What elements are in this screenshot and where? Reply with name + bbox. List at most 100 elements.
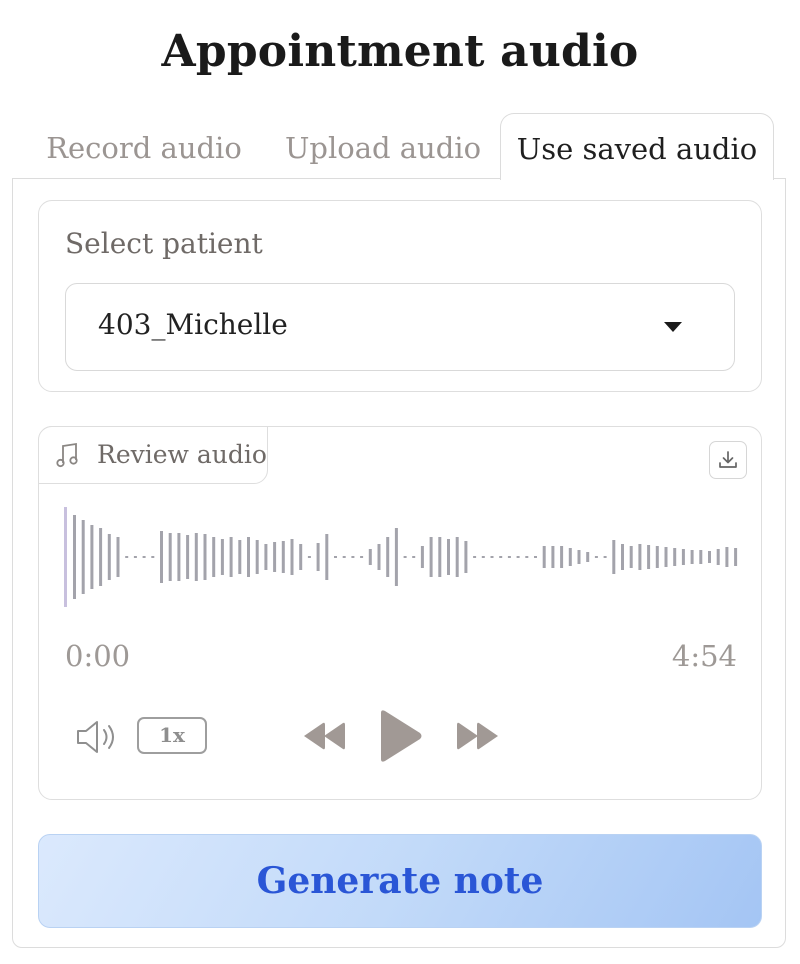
playback-rate-button[interactable]: 1x	[137, 717, 207, 754]
waveform-bar	[116, 537, 120, 577]
waveform-bar	[194, 533, 198, 581]
waveform-bar	[403, 556, 407, 558]
download-icon	[719, 451, 737, 468]
waveform-bar	[586, 552, 590, 562]
tab-bar: Record audio Upload audio Use saved audi…	[12, 113, 788, 180]
waveform-bar	[220, 539, 224, 575]
waveform-bar	[577, 550, 581, 564]
waveform-bar	[507, 556, 511, 558]
waveform-bar	[734, 548, 738, 566]
waveform-bar	[551, 546, 555, 568]
waveform-bar	[107, 534, 111, 580]
waveform-bar	[151, 556, 155, 558]
waveform-bar	[560, 546, 564, 568]
waveform-bar	[307, 556, 311, 558]
tab-use-saved-audio[interactable]: Use saved audio	[500, 113, 774, 180]
waveform-bar	[342, 556, 346, 558]
waveform-bar	[186, 535, 190, 579]
waveform-bar	[229, 537, 233, 577]
waveform-bar	[142, 556, 146, 558]
review-audio-text: Review audio	[97, 440, 267, 469]
waveform-bar	[412, 556, 416, 558]
generate-note-button[interactable]: Generate note	[38, 834, 762, 928]
waveform-bar	[168, 533, 172, 581]
waveform-bar	[716, 549, 720, 565]
current-time: 0:00	[65, 639, 131, 673]
waveform-bar	[612, 540, 616, 574]
waveform-bar	[281, 541, 285, 573]
waveform-bar	[708, 551, 711, 563]
waveform-bar	[160, 531, 163, 583]
waveform-bar	[655, 546, 659, 568]
waveform-bar	[464, 541, 468, 573]
waveform-bar	[473, 556, 477, 558]
duration: 4:54	[671, 639, 737, 673]
waveform-bar	[212, 537, 216, 577]
waveform-bar	[351, 556, 355, 558]
waveform-bar	[647, 545, 651, 569]
waveform-bar	[690, 550, 694, 564]
waveform-bar	[255, 540, 259, 574]
waveform-bar	[368, 549, 372, 565]
waveform-bar	[264, 544, 268, 570]
waveform-bar	[542, 546, 546, 568]
waveform-bar	[290, 539, 294, 575]
waveform-bar	[125, 556, 129, 558]
waveform-bar	[360, 556, 364, 558]
waveform-bar	[638, 544, 642, 570]
waveform-bar	[534, 556, 537, 558]
waveform-bar	[481, 556, 485, 558]
audio-player-card: Review audio 0:00 4:54 1x	[38, 426, 762, 800]
rewind-icon[interactable]	[301, 720, 349, 752]
waveform-bar	[681, 549, 685, 565]
waveform-bar	[420, 546, 424, 568]
waveform-bar	[386, 537, 390, 577]
waveform-bar	[664, 547, 668, 567]
music-note-icon	[56, 442, 78, 468]
waveform-bar	[247, 537, 250, 577]
waveform-bar	[621, 544, 624, 570]
waveform-bar	[99, 528, 103, 586]
waveform-bar	[629, 546, 633, 568]
waveform-bar	[316, 543, 320, 571]
review-audio-label: Review audio	[38, 426, 268, 484]
waveform-bar	[516, 556, 520, 558]
waveform-bar	[447, 539, 450, 575]
waveform-bar	[699, 550, 703, 564]
waveform-bar	[377, 544, 381, 570]
waveform-bar	[325, 534, 329, 580]
waveform-bar	[394, 528, 398, 586]
playhead[interactable]	[64, 507, 67, 607]
waveform-bar	[455, 537, 459, 577]
volume-icon[interactable]	[75, 717, 119, 757]
waveform-bar	[603, 556, 607, 558]
waveform-bar	[525, 556, 529, 558]
tab-record-audio[interactable]: Record audio	[34, 113, 254, 179]
select-patient-label: Select patient	[65, 227, 263, 260]
waveform-bar	[133, 556, 137, 558]
waveform-bar	[725, 547, 729, 567]
waveform-bar	[238, 540, 242, 574]
patient-dropdown-value: 403_Michelle	[98, 308, 288, 341]
waveform-bar	[499, 556, 503, 558]
waveform-bar	[594, 556, 598, 558]
download-button[interactable]	[709, 441, 747, 479]
audio-waveform[interactable]	[61, 505, 741, 615]
patient-dropdown[interactable]: 403_Michelle	[65, 283, 735, 371]
waveform-bar	[490, 556, 494, 558]
waveform-bar	[673, 548, 677, 566]
waveform-bar	[273, 542, 277, 572]
waveform-bar	[90, 525, 94, 589]
tab-upload-audio[interactable]: Upload audio	[278, 113, 488, 179]
caret-down-icon	[664, 322, 682, 332]
waveform-bar	[299, 544, 303, 570]
waveform-bar	[177, 533, 181, 581]
play-icon[interactable]	[377, 709, 423, 763]
waveform-bar	[438, 537, 442, 577]
patient-card: Select patient 403_Michelle	[38, 200, 762, 392]
waveform-bar	[203, 534, 207, 580]
page-title: Appointment audio	[161, 26, 639, 77]
fast-forward-icon[interactable]	[453, 720, 501, 752]
waveform-bar	[73, 515, 76, 599]
waveform-bar	[568, 548, 572, 566]
